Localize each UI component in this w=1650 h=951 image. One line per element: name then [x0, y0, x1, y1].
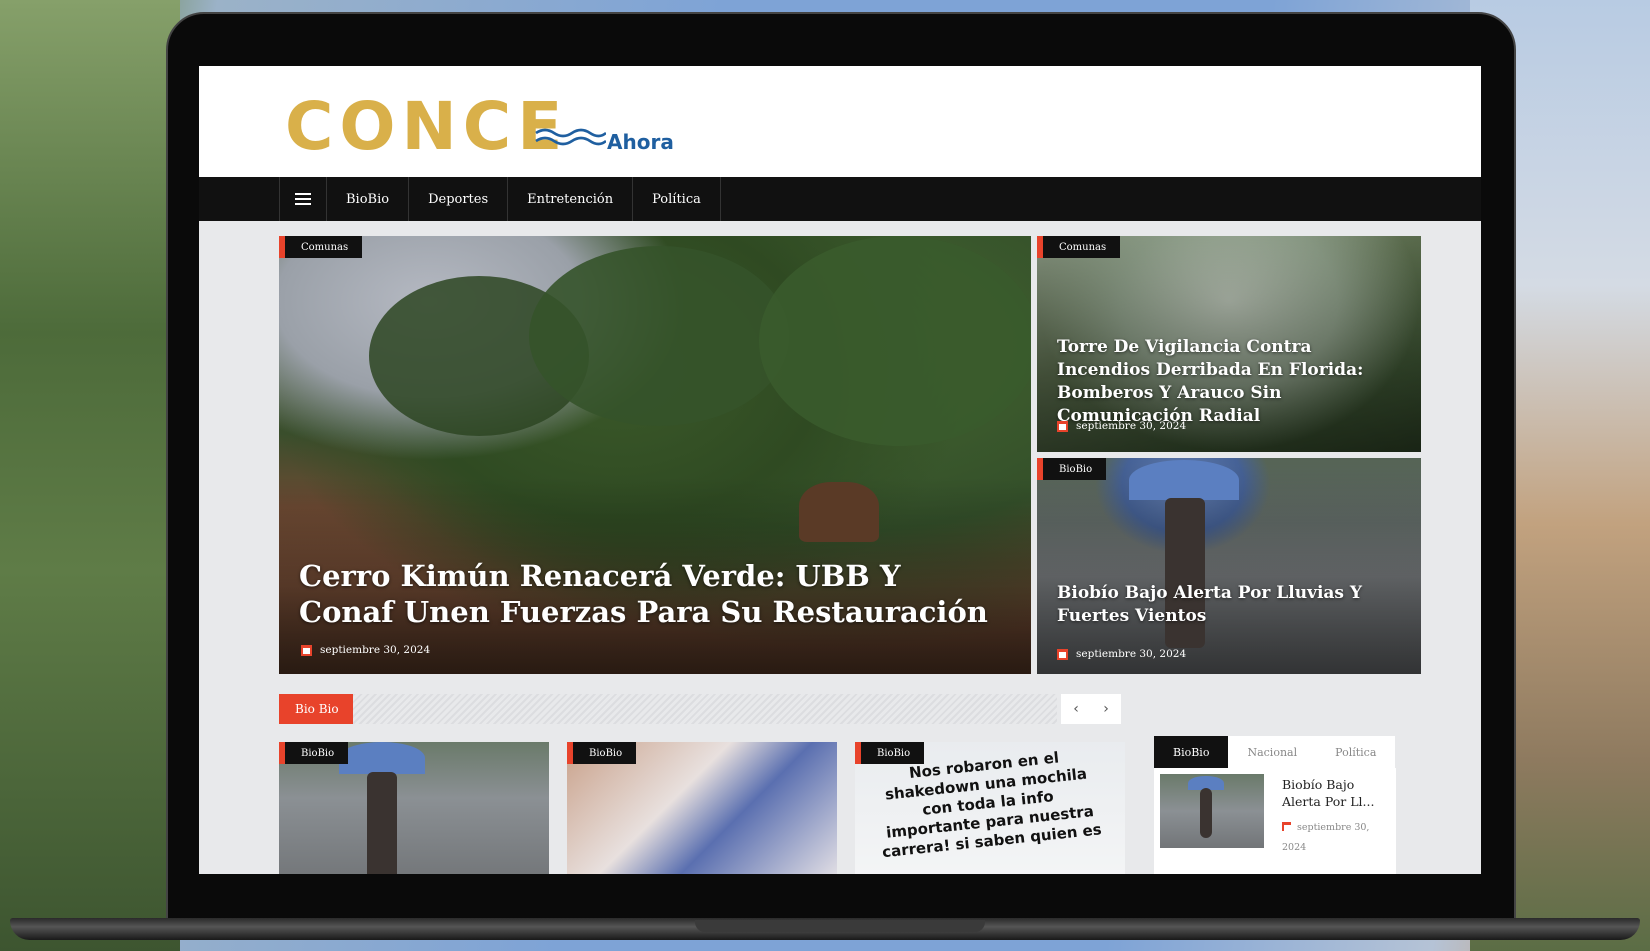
- tab-nacional[interactable]: Nacional: [1228, 736, 1317, 768]
- article-date-text: septiembre 30, 2024: [320, 644, 431, 656]
- photo-person: [1200, 788, 1212, 838]
- site-header: CONCE Ahora: [199, 66, 1481, 177]
- featured-article-side-1[interactable]: Comunas Torre De Vigilancia Contra Incen…: [1037, 236, 1421, 452]
- featured-article-main[interactable]: Comunas Cerro Kimún Renacerá Verde: UBB …: [279, 236, 1031, 674]
- browser-screen: CONCE Ahora BioBio Deportes Entretención…: [199, 66, 1481, 874]
- photo-tree-stump: [799, 482, 879, 542]
- nav-item-politica[interactable]: Política: [633, 177, 721, 221]
- article-date: septiembre 30, 2024: [301, 644, 430, 656]
- carousel-card-3[interactable]: Nos robaron en el shakedown una mochila …: [855, 742, 1125, 874]
- nav-item-biobio[interactable]: BioBio: [327, 177, 410, 221]
- calendar-icon: [301, 644, 312, 656]
- post-date-text: septiembre 30, 2024: [1282, 822, 1370, 853]
- carousel-next-button[interactable]: ›: [1091, 694, 1121, 724]
- post-title[interactable]: Biobío Bajo Alerta Por Ll...: [1282, 776, 1394, 810]
- calendar-icon: [1282, 822, 1291, 831]
- hamburger-icon: [295, 193, 311, 205]
- section-divider: [353, 694, 1057, 724]
- featured-article-side-2[interactable]: BioBio Biobío Bajo Alerta Por Lluvias Y …: [1037, 458, 1421, 674]
- laptop-notch: [695, 920, 985, 932]
- nav-item-entretencion[interactable]: Entretención: [508, 177, 634, 221]
- article-date-text: septiembre 30, 2024: [1076, 648, 1187, 660]
- article-title[interactable]: Biobío Bajo Alerta Por Lluvias Y Fuertes…: [1057, 582, 1407, 628]
- chevron-left-icon: ‹: [1073, 701, 1079, 717]
- site-logo[interactable]: CONCE: [285, 88, 568, 165]
- category-badge[interactable]: BioBio: [279, 742, 349, 764]
- tabs-widget: BioBio Nacional Política Biobío Bajo Ale…: [1154, 736, 1396, 874]
- carousel-prev-button[interactable]: ‹: [1061, 694, 1091, 724]
- category-badge[interactable]: Comunas: [1037, 236, 1121, 258]
- section-title[interactable]: Bio Bio: [279, 694, 355, 724]
- photo-umbrella: [1129, 460, 1239, 500]
- category-badge[interactable]: Comunas: [279, 236, 363, 258]
- category-badge[interactable]: BioBio: [1037, 458, 1107, 480]
- hero-grid: Comunas Cerro Kimún Renacerá Verde: UBB …: [279, 236, 1421, 674]
- tab-biobio[interactable]: BioBio: [1154, 736, 1229, 768]
- main-nav: BioBio Deportes Entretención Política: [199, 177, 1481, 221]
- photo-tree-right: [759, 236, 1031, 446]
- article-title[interactable]: Cerro Kimún Renacerá Verde: UBB Y Conaf …: [299, 558, 999, 630]
- article-date: septiembre 30, 2024: [1057, 420, 1186, 432]
- article-title[interactable]: Torre De Vigilancia Contra Incendios Der…: [1057, 336, 1407, 428]
- tab-politica[interactable]: Política: [1316, 736, 1396, 768]
- tab-bar: BioBio Nacional Política: [1154, 736, 1396, 768]
- photo-person: [367, 772, 397, 874]
- post-thumbnail[interactable]: [1160, 774, 1264, 848]
- article-date-text: septiembre 30, 2024: [1076, 420, 1187, 432]
- background-blur-left: [0, 0, 180, 951]
- carousel-card-1[interactable]: BioBio: [279, 742, 549, 874]
- tab-panel: Biobío Bajo Alerta Por Ll... septiembre …: [1154, 768, 1396, 874]
- calendar-icon: [1057, 648, 1068, 660]
- nav-item-deportes[interactable]: Deportes: [409, 177, 509, 221]
- menu-button[interactable]: [279, 177, 327, 221]
- section-header: Bio Bio ‹ ›: [279, 694, 1121, 724]
- article-date: septiembre 30, 2024: [1057, 648, 1186, 660]
- chevron-right-icon: ›: [1103, 701, 1109, 717]
- post-date: septiembre 30, 2024: [1282, 818, 1392, 858]
- category-badge[interactable]: BioBio: [567, 742, 637, 764]
- calendar-icon: [1057, 420, 1068, 432]
- photo-tree-center: [529, 246, 789, 426]
- category-badge[interactable]: BioBio: [855, 742, 925, 764]
- waves-icon: [535, 128, 606, 146]
- photo-umbrella: [339, 742, 425, 774]
- carousel-card-2[interactable]: BioBio: [567, 742, 837, 874]
- site-logo-subtitle[interactable]: Ahora: [607, 130, 674, 154]
